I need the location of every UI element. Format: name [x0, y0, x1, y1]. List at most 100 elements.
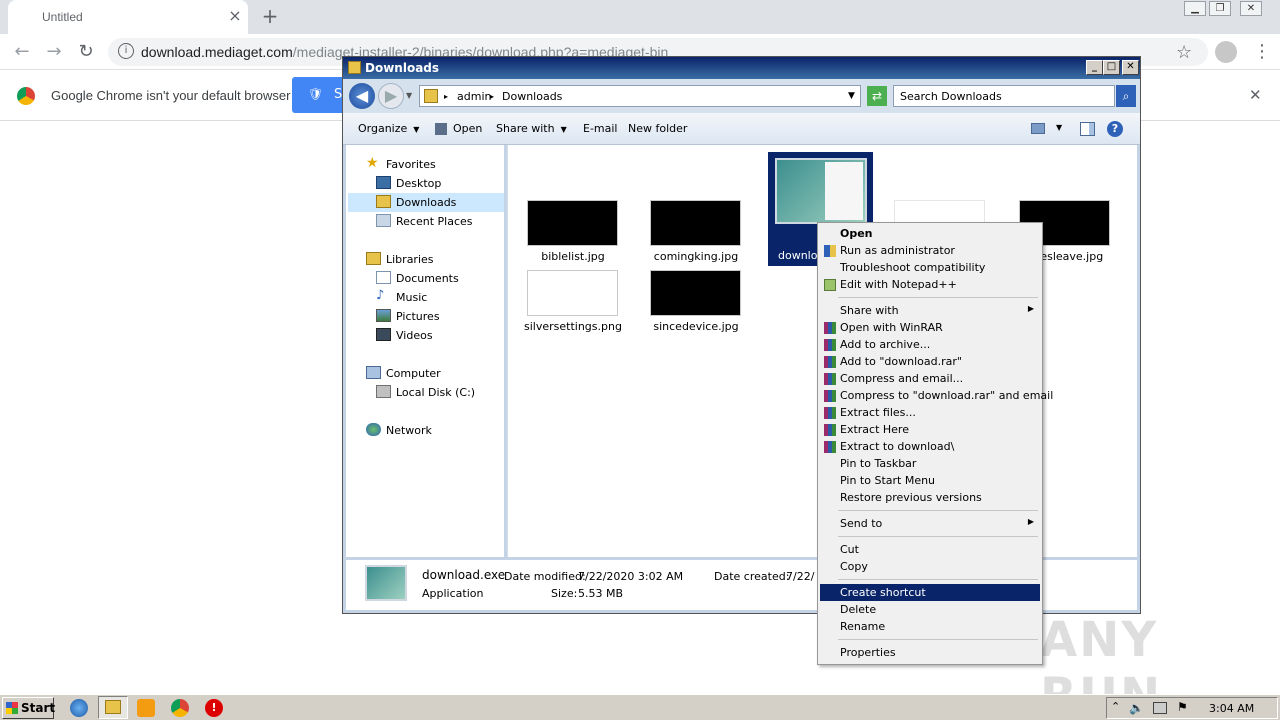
menu-troubleshoot[interactable]: Troubleshoot compatibility [820, 259, 1040, 276]
menu-compress-download-email[interactable]: Compress to "download.rar" and email [820, 387, 1053, 404]
menu-icon[interactable]: ⋮ [1253, 41, 1271, 62]
nav-documents[interactable]: Documents [376, 269, 496, 288]
nav-computer-label: Computer [386, 367, 441, 380]
window-minimize-button[interactable]: _ [1086, 60, 1103, 75]
start-button[interactable]: Start [2, 697, 55, 719]
browser-tab[interactable]: Untitled × [8, 0, 248, 34]
reload-button[interactable]: ↻ [74, 40, 98, 64]
nav-favorites[interactable]: ★ Favorites [366, 155, 496, 174]
window-titlebar[interactable]: Downloads _ □ ✕ [343, 57, 1140, 79]
network-tray-icon[interactable] [1153, 702, 1167, 714]
new-tab-button[interactable]: + [258, 4, 282, 28]
search-icon[interactable]: ⌕ [1116, 85, 1136, 107]
profile-avatar[interactable] [1215, 41, 1237, 63]
nav-computer[interactable]: Computer [366, 364, 496, 383]
help-icon[interactable]: ? [1107, 121, 1123, 137]
menu-pin-start[interactable]: Pin to Start Menu [820, 472, 1040, 489]
menu-cut[interactable]: Cut [820, 541, 1040, 558]
menu-add-archive[interactable]: Add to archive... [820, 336, 1040, 353]
preview-pane-icon[interactable] [1080, 122, 1095, 136]
menu-rename[interactable]: Rename [820, 618, 1040, 635]
organize-button[interactable]: Organize ▼ [358, 122, 419, 135]
show-hidden-icons[interactable]: ⌃ [1111, 700, 1120, 713]
ie-icon[interactable] [70, 699, 88, 717]
nav-videos[interactable]: Videos [376, 326, 496, 345]
breadcrumb-admin[interactable]: admin [457, 90, 491, 103]
file-biblelist[interactable]: biblelist.jpg [518, 250, 628, 263]
explorer-taskbar-button[interactable] [98, 696, 128, 719]
breadcrumb-downloads[interactable]: Downloads [502, 90, 562, 103]
menu-send-to[interactable]: Send to ▶ [820, 515, 1040, 532]
menu-create-shortcut[interactable]: Create shortcut [820, 584, 1040, 601]
file-sincedevice[interactable]: sincedevice.jpg [641, 320, 751, 333]
menu-extract-files[interactable]: Extract files... [820, 404, 1040, 421]
view-icon[interactable] [1031, 123, 1045, 134]
chrome-icon[interactable] [171, 699, 189, 717]
nav-recent-places[interactable]: Recent Places [376, 212, 496, 231]
details-modified-label: Date modified: [504, 570, 586, 583]
menu-compress-email[interactable]: Compress and email... [820, 370, 1040, 387]
explorer-forward-button[interactable]: ▶ [378, 83, 404, 109]
back-button[interactable]: ← [10, 40, 34, 64]
email-button[interactable]: E-mail [583, 122, 618, 135]
menu-extract-here[interactable]: Extract Here [820, 421, 1040, 438]
nav-desktop[interactable]: Desktop [376, 174, 496, 193]
menu-delete[interactable]: Delete [820, 601, 1040, 618]
menu-properties[interactable]: Properties [820, 644, 1040, 661]
stop-icon[interactable]: ! [205, 699, 223, 717]
nav-local-disk[interactable]: Local Disk (C:) [376, 383, 496, 402]
close-button[interactable]: ✕ [1240, 1, 1262, 16]
nav-pictures[interactable]: Pictures [376, 307, 496, 326]
minimize-button[interactable]: ▁ [1184, 1, 1206, 16]
menu-edit-notepad[interactable]: Edit with Notepad++ [820, 276, 1040, 293]
history-dropdown-icon[interactable]: ▼ [406, 91, 412, 100]
file-silversettings[interactable]: silversettings.png [518, 320, 628, 333]
nav-network[interactable]: Network [366, 421, 496, 440]
clock[interactable]: 3:04 AM [1209, 702, 1254, 715]
window-maximize-button[interactable]: □ [1103, 60, 1120, 75]
forward-button[interactable]: → [42, 40, 66, 64]
menu-run-as-admin[interactable]: Run as administrator [820, 242, 1040, 259]
new-folder-button[interactable]: New folder [628, 122, 687, 135]
bookmark-star-icon[interactable]: ☆ [1176, 42, 1192, 63]
share-with-button[interactable]: Share with ▼ [496, 122, 567, 135]
nav-downloads[interactable]: Downloads [348, 193, 504, 212]
menu-extract-to[interactable]: Extract to download\ [820, 438, 1040, 455]
winrar-icon [824, 407, 836, 419]
file-comingking[interactable]: comingking.jpg [641, 250, 751, 263]
network-icon [366, 423, 381, 436]
nav-music[interactable]: ♪ Music [376, 288, 496, 307]
breadcrumb-separator-icon[interactable]: ▸ [490, 92, 494, 101]
explorer-address-bar[interactable]: ▸ admin ▸ Downloads ▼ [419, 85, 861, 107]
thumbnail-biblelist[interactable] [527, 200, 618, 246]
action-center-flag-icon[interactable]: ⚑ [1177, 700, 1188, 714]
nav-libraries[interactable]: Libraries [366, 250, 496, 269]
window-close-button[interactable]: ✕ [1122, 60, 1139, 75]
nav-libraries-label: Libraries [386, 253, 434, 266]
tab-close-icon[interactable]: × [226, 7, 244, 25]
menu-open[interactable]: Open [820, 225, 1040, 242]
volume-icon[interactable]: 🔈 [1129, 701, 1144, 715]
folder-icon [348, 61, 361, 74]
thumbnail-comingking[interactable] [650, 200, 741, 246]
explorer-search-input[interactable]: Search Downloads [893, 85, 1115, 107]
view-dropdown-icon[interactable]: ▼ [1056, 123, 1062, 132]
menu-pin-taskbar[interactable]: Pin to Taskbar [820, 455, 1040, 472]
menu-open-winrar[interactable]: Open with WinRAR [820, 319, 1040, 336]
file-firesleave[interactable]: iresleave.jpg [1033, 250, 1103, 263]
explorer-back-button[interactable]: ◀ [349, 83, 375, 109]
address-dropdown-icon[interactable]: ▼ [848, 91, 855, 101]
thumbnail-sincedevice[interactable] [650, 270, 741, 316]
menu-copy[interactable]: Copy [820, 558, 1040, 575]
breadcrumb-separator-icon[interactable]: ▸ [444, 92, 448, 101]
menu-add-download-rar[interactable]: Add to "download.rar" [820, 353, 1040, 370]
info-icon[interactable]: i [118, 43, 134, 59]
restore-button[interactable]: ❐ [1209, 1, 1231, 16]
menu-restore-versions[interactable]: Restore previous versions [820, 489, 1040, 506]
menu-share-with[interactable]: Share with ▶ [820, 302, 1040, 319]
refresh-icon[interactable]: ⇄ [867, 86, 887, 106]
open-button[interactable]: Open [453, 122, 482, 135]
media-player-icon[interactable] [137, 699, 155, 717]
thumbnail-silversettings[interactable] [527, 270, 618, 316]
infobar-close-icon[interactable]: ✕ [1249, 86, 1262, 104]
